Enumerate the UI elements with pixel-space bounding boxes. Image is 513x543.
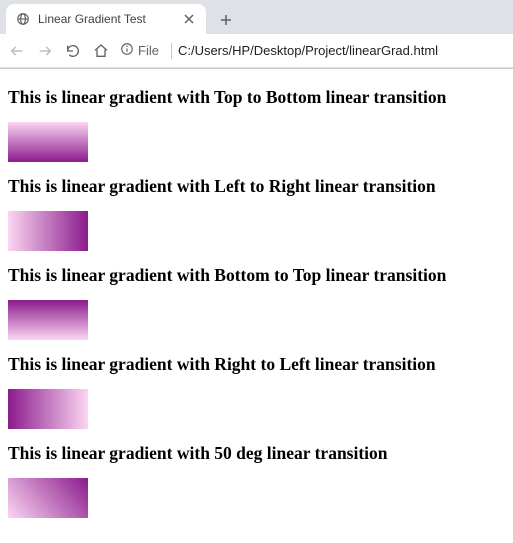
heading-50deg: This is linear gradient with 50 deg line… bbox=[8, 443, 505, 464]
home-icon[interactable] bbox=[92, 42, 110, 60]
gradient-box-left-right bbox=[8, 211, 88, 251]
file-info-chip[interactable]: File bbox=[120, 42, 165, 59]
close-icon[interactable] bbox=[182, 12, 196, 26]
file-label: File bbox=[138, 43, 159, 58]
tab-title: Linear Gradient Test bbox=[38, 12, 174, 26]
heading-left-right: This is linear gradient with Left to Rig… bbox=[8, 176, 505, 197]
address-divider bbox=[171, 43, 172, 59]
info-icon bbox=[120, 42, 134, 59]
reload-icon[interactable] bbox=[64, 42, 82, 60]
gradient-box-top-bottom bbox=[8, 122, 88, 162]
heading-bottom-top: This is linear gradient with Bottom to T… bbox=[8, 265, 505, 286]
globe-icon bbox=[16, 12, 30, 26]
gradient-box-right-left bbox=[8, 389, 88, 429]
gradient-box-50deg bbox=[8, 478, 88, 518]
address-bar[interactable]: File C:/Users/HP/Desktop/Project/linearG… bbox=[120, 42, 505, 59]
new-tab-button[interactable] bbox=[212, 6, 240, 34]
browser-chrome: Linear Gradient Test File bbox=[0, 0, 513, 69]
heading-top-bottom: This is linear gradient with Top to Bott… bbox=[8, 87, 505, 108]
tab-strip: Linear Gradient Test bbox=[0, 0, 513, 34]
browser-tab[interactable]: Linear Gradient Test bbox=[6, 4, 206, 34]
heading-right-left: This is linear gradient with Right to Le… bbox=[8, 354, 505, 375]
page-content: This is linear gradient with Top to Bott… bbox=[0, 69, 513, 540]
url-text: C:/Users/HP/Desktop/Project/linearGrad.h… bbox=[178, 43, 505, 58]
back-icon[interactable] bbox=[8, 42, 26, 60]
gradient-box-bottom-top bbox=[8, 300, 88, 340]
browser-toolbar: File C:/Users/HP/Desktop/Project/linearG… bbox=[0, 34, 513, 68]
forward-icon[interactable] bbox=[36, 42, 54, 60]
